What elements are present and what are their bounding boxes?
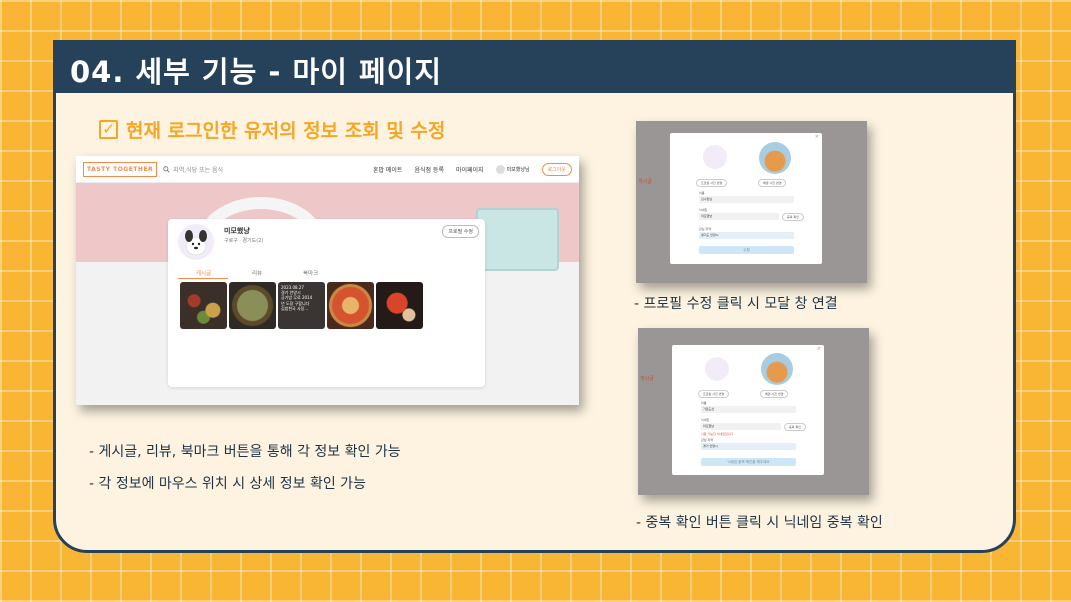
nav-mypage[interactable]: 마이페이지	[456, 165, 484, 174]
submit-button[interactable]: 닉네임 중복 확인을 해주세요	[701, 458, 796, 466]
profile-photo	[703, 145, 727, 169]
duplicate-check-screenshot: 게시글 × 프로필 사진 변경 배경 사진 변경 이름 가운도선 닉네임 미모했…	[638, 328, 869, 495]
profile-card: 미모했냥 구로구ㆍ경기도(2) 프로필 수정 게시글 리뷰 북마크 2023.0…	[168, 219, 485, 387]
profile-avatar	[178, 224, 214, 260]
close-icon[interactable]: ×	[815, 134, 819, 140]
change-background-button[interactable]: 배경 사진 변경	[760, 390, 789, 398]
post-thumbnail[interactable]	[180, 282, 227, 329]
checkbox-icon: ✓	[99, 120, 118, 139]
mock-navbar: TASTY TOGETHER 지역,식당 또는 음식 혼밥 메이트 음식점 등록…	[76, 156, 579, 183]
tab-bookmarks[interactable]: 북마크	[303, 269, 318, 277]
nav-user[interactable]: 미모했냥님	[495, 164, 530, 174]
tab-reviews[interactable]: 리뷰	[252, 269, 262, 277]
tab-posts[interactable]: 게시글	[196, 269, 211, 277]
app-logo[interactable]: TASTY TOGETHER	[83, 161, 158, 177]
logout-button[interactable]: 로그아웃	[541, 162, 572, 176]
close-icon[interactable]: ×	[817, 346, 821, 352]
caption-right-bottom: - 중복 확인 버튼 클릭 시 닉네임 중복 확인	[636, 515, 883, 531]
name-field[interactable]: 김수환님	[699, 196, 794, 203]
background-photo	[759, 142, 791, 174]
nickname-label: 닉네임	[699, 208, 708, 212]
caption-left-1: - 게시글, 리뷰, 북마크 버튼을 통해 각 정보 확인 가능	[89, 444, 401, 460]
subtitle-text: 현재 로그인한 유저의 정보 조회 및 수정	[126, 120, 446, 142]
region-field[interactable]: 경기 안양시	[701, 443, 796, 450]
post-thumbnail-hovered[interactable]: 2023.08.27 경기 안양시 공기밥 무료 2014 년 도장 구합니다 …	[278, 282, 325, 329]
change-background-button[interactable]: 배경 사진 변경	[758, 179, 787, 187]
nickname-field[interactable]: 미모했냥	[701, 423, 781, 430]
change-profile-photo-button[interactable]: 프로필 사진 변경	[698, 390, 730, 398]
hover-detail-text: 2023.08.27 경기 안양시 공기밥 무료 2014 년 도장 구합니다 …	[281, 285, 313, 311]
slide: 04. 세부 기능 - 마이 페이지 ✓ 현재 로그인한 유저의 정보 조회 및…	[53, 40, 1016, 553]
profile-modal-screenshot: 게시글 × 프로필 사진 변경 배경 사진 변경 이름 김수환님 닉네임 미모했…	[636, 121, 867, 283]
caption-left-2: - 각 정보에 마우스 위치 시 상세 정보 확인 가능	[89, 476, 366, 492]
nickname-field[interactable]: 미모했냥	[699, 213, 779, 220]
banner-book-image	[476, 208, 559, 271]
background-photo	[761, 353, 793, 385]
profile-photo	[705, 357, 729, 381]
change-profile-photo-button[interactable]: 프로필 사진 변경	[696, 179, 728, 187]
mypage-screenshot: TASTY TOGETHER 지역,식당 또는 음식 혼밥 메이트 음식점 등록…	[76, 156, 579, 405]
nav-register[interactable]: 음식점 등록	[414, 165, 444, 174]
duplicate-check-button[interactable]: 중복 확인	[782, 213, 804, 221]
nickname-status-text: 사용 가능한 닉네임입니다	[701, 432, 734, 436]
region-label: 관심 지역	[699, 227, 711, 231]
active-tab-indicator	[178, 278, 228, 279]
avatar	[495, 164, 505, 174]
name-field[interactable]: 가운도선	[701, 406, 796, 413]
side-posts-label: 게시글	[640, 376, 654, 382]
post-thumbnails: 2023.08.27 경기 안양시 공기밥 무료 2014 년 도장 구합니다 …	[180, 282, 423, 329]
section-subtitle: ✓ 현재 로그인한 유저의 정보 조회 및 수정	[99, 116, 445, 143]
post-thumbnail[interactable]	[327, 282, 374, 329]
profile-name: 미모했냥	[224, 227, 250, 235]
search-icon	[163, 165, 170, 173]
post-thumbnail[interactable]	[229, 282, 276, 329]
nav-user-name: 미모했냥님	[506, 166, 530, 173]
region-field[interactable]: 경기도 안양시	[699, 232, 794, 239]
edit-profile-button[interactable]: 프로필 수정	[442, 225, 479, 238]
name-label: 이름	[699, 191, 705, 195]
name-label: 이름	[701, 401, 707, 405]
region-label: 관심 지역	[701, 438, 713, 442]
profile-region: 구로구ㆍ경기도(2)	[224, 238, 264, 244]
post-thumbnail[interactable]	[376, 282, 423, 329]
submit-button[interactable]: 수정	[699, 246, 794, 254]
search-placeholder: 지역,식당 또는 음식	[173, 166, 224, 174]
slide-title: 04. 세부 기능 - 마이 페이지	[56, 43, 1013, 93]
side-posts-label: 게시글	[638, 179, 652, 185]
search-bar[interactable]: 지역,식당 또는 음식	[163, 165, 361, 174]
nav-mate[interactable]: 혼밥 메이트	[373, 165, 403, 174]
duplicate-check-button[interactable]: 중복 확인	[784, 423, 806, 431]
profile-tabs: 게시글 리뷰 북마크	[168, 268, 485, 280]
caption-right-top: - 프로필 수정 클릭 시 모달 창 연결	[634, 296, 838, 312]
profile-edit-modal: × 프로필 사진 변경 배경 사진 변경 이름 김수환님 닉네임 미모했냥 중복…	[670, 133, 822, 264]
profile-edit-modal: × 프로필 사진 변경 배경 사진 변경 이름 가운도선 닉네임 미모했냥 중복…	[672, 345, 824, 475]
dog-avatar-icon	[185, 230, 207, 256]
nickname-label: 닉네임	[701, 418, 710, 422]
